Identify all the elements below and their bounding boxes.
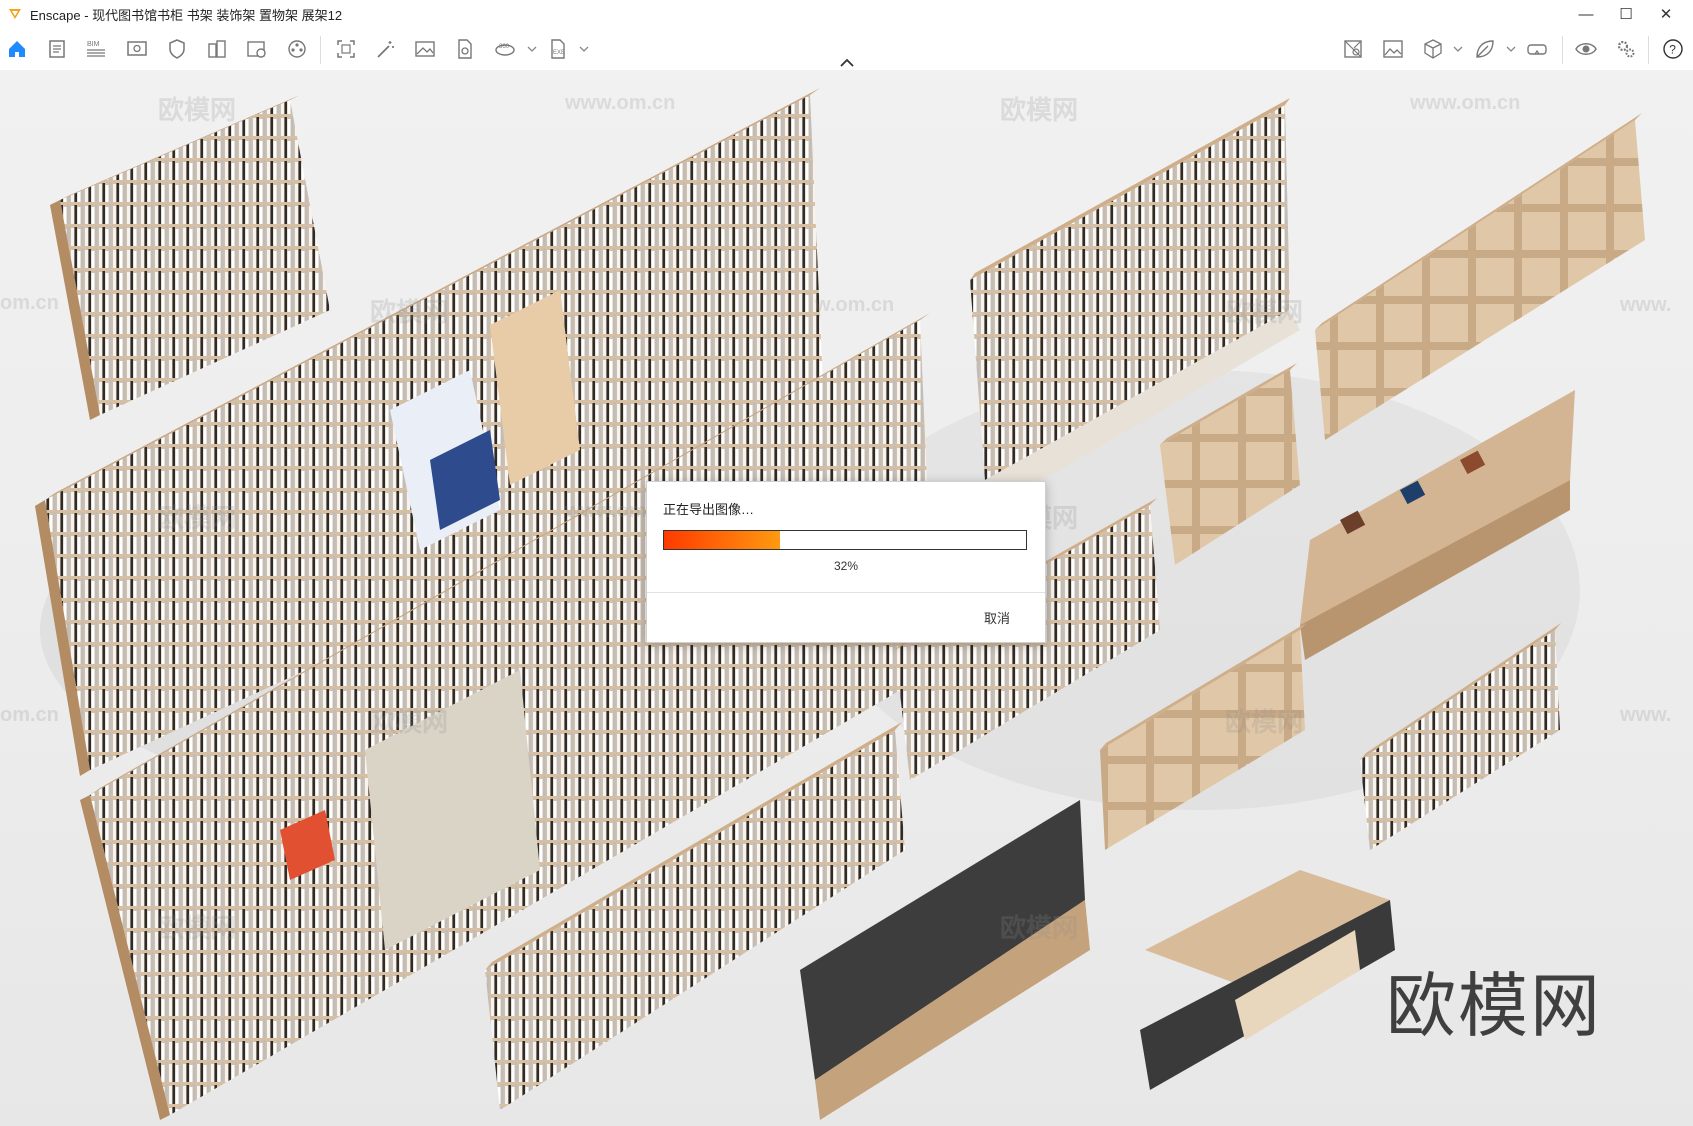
bookshelf-empty-far-right	[1315, 120, 1645, 440]
cancel-button[interactable]: 取消	[967, 608, 1027, 630]
svg-text:?: ?	[1669, 43, 1676, 57]
panorama-360-icon[interactable]: 360	[492, 36, 518, 62]
chevron-down-icon[interactable]	[527, 44, 537, 54]
watermark: 欧模网	[1000, 913, 1079, 943]
svg-text:360: 360	[499, 44, 510, 50]
gallery-icon[interactable]	[1380, 36, 1406, 62]
screen-icon[interactable]	[124, 36, 150, 62]
dialog-divider	[647, 592, 1045, 593]
progress-percent: 32%	[833, 559, 859, 573]
cube-icon[interactable]	[1420, 36, 1446, 62]
watermark: om.cn	[0, 292, 59, 314]
watermark: 欧模网	[370, 297, 449, 327]
brand-watermark: 欧模网	[1386, 967, 1602, 1045]
enscape-logo-icon	[9, 9, 21, 19]
progress-fill	[664, 531, 780, 549]
window-title: Enscape - 现代图书馆书柜 书架 装饰架 置物架 展架12	[30, 7, 343, 23]
toolbar-separator	[320, 36, 321, 64]
toolbar-separator	[1562, 36, 1563, 64]
watermark: 欧模网	[1225, 297, 1304, 327]
watermark: www.	[1620, 294, 1672, 316]
dialog-title: 正在导出图像…	[663, 502, 755, 517]
watermark: 欧模网	[1225, 707, 1304, 737]
home-icon[interactable]	[4, 36, 30, 62]
chevron-down-icon[interactable]	[579, 44, 589, 54]
watermark: 欧模网	[370, 707, 449, 737]
svg-text:EXE: EXE	[553, 50, 565, 56]
chevron-down-icon[interactable]	[1453, 44, 1463, 54]
bookshelf-small	[60, 100, 330, 415]
watermark: w.om.cn	[815, 294, 895, 316]
eye-icon[interactable]	[1573, 36, 1599, 62]
bim-label: BIM	[87, 41, 100, 48]
watermark: 欧模网	[158, 913, 237, 943]
close-button[interactable]: ✕	[1643, 0, 1689, 28]
exe-export-icon[interactable]: EXE	[545, 36, 571, 62]
file-export-icon[interactable]	[452, 36, 478, 62]
collapse-toolbar-chevron-up-icon[interactable]	[838, 57, 856, 69]
settings-icon[interactable]	[1613, 36, 1639, 62]
map-icon[interactable]	[1340, 36, 1366, 62]
watermark: www.	[1620, 704, 1672, 726]
watermark: 欧模网	[158, 503, 237, 533]
document-icon[interactable]	[44, 36, 70, 62]
watermark: 欧模网	[1000, 95, 1079, 125]
leaf-icon[interactable]	[1472, 36, 1498, 62]
watermark: www.om.cn	[1410, 92, 1521, 114]
help-icon[interactable]: ?	[1660, 36, 1686, 62]
export-progress-dialog: 正在导出图像… 32% 取消	[646, 481, 1046, 643]
vr-headset-icon[interactable]	[1524, 36, 1550, 62]
bim-icon[interactable]: BIM	[83, 36, 109, 62]
shield-icon[interactable]	[164, 36, 190, 62]
video-capture-icon[interactable]	[244, 36, 270, 62]
title-bar: Enscape - 现代图书馆书柜 书架 装饰架 置物架 展架12	[0, 0, 1693, 28]
chevron-down-icon[interactable]	[1506, 44, 1516, 54]
capture-frame-icon[interactable]	[333, 36, 359, 62]
buildings-icon[interactable]	[204, 36, 230, 62]
export-progress-bar	[663, 530, 1027, 550]
watermark: 欧模网	[158, 95, 237, 125]
magic-wand-icon[interactable]	[372, 36, 398, 62]
watermark: om.cn	[0, 704, 59, 726]
toolbar-separator	[1648, 36, 1649, 64]
watermark: www.om.cn	[565, 92, 676, 114]
image-icon[interactable]	[412, 36, 438, 62]
film-reel-icon[interactable]	[284, 36, 310, 62]
